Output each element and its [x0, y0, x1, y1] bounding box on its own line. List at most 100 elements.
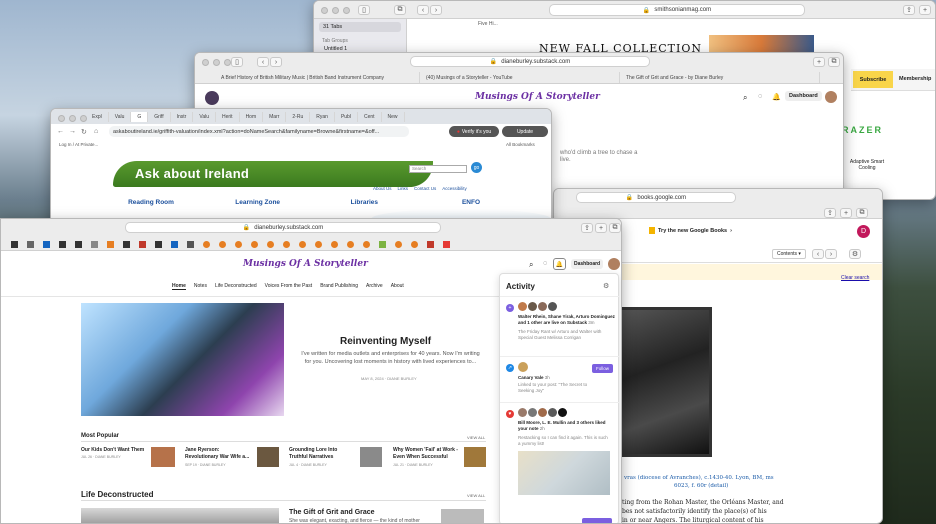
- about-link[interactable]: About Us: [373, 186, 392, 191]
- share-icon[interactable]: ⇪: [581, 223, 593, 233]
- favicon[interactable]: [219, 240, 226, 248]
- clear-search-link[interactable]: Clear search: [841, 275, 869, 281]
- links-link[interactable]: Links: [398, 186, 409, 191]
- window-controls[interactable]: [202, 59, 231, 66]
- popular-item[interactable]: Grounding Lore Into Truthful Narratives J…: [289, 447, 351, 467]
- nav-libraries[interactable]: Libraries: [324, 199, 404, 206]
- bell-icon[interactable]: 🔔: [553, 258, 566, 270]
- publication-title[interactable]: Musings Of A Storyteller: [243, 259, 368, 269]
- tab-overview-icon[interactable]: ⧉: [609, 223, 621, 233]
- new-tab-icon[interactable]: +: [595, 223, 607, 233]
- publication-title[interactable]: Musings Of A Storyteller: [475, 92, 600, 102]
- popular-item[interactable]: Why Women 'Fail' at Work - Even When Suc…: [393, 447, 461, 467]
- sidebar-icon[interactable]: ▯: [358, 5, 370, 15]
- view-all-link[interactable]: VIEW ALL: [467, 493, 485, 498]
- share-icon[interactable]: ⇪: [903, 5, 915, 15]
- chat-icon[interactable]: ◌: [758, 93, 762, 100]
- nav-life-deconstructed[interactable]: Life Deconstructed: [215, 283, 257, 290]
- favicon[interactable]: [395, 240, 402, 248]
- bell-icon[interactable]: 🔔: [772, 93, 781, 101]
- back-icon[interactable]: ←: [57, 128, 64, 135]
- article-title[interactable]: The Gift of Grit and Grace: [289, 509, 375, 516]
- favicon[interactable]: [59, 240, 66, 248]
- article-image[interactable]: [81, 508, 279, 523]
- sidebar-icon[interactable]: ▯: [231, 57, 243, 67]
- tab-item-active[interactable]: G: [131, 112, 149, 122]
- favicon[interactable]: [283, 240, 290, 248]
- contact-link[interactable]: Contact Us: [414, 186, 436, 191]
- favicon[interactable]: [171, 240, 178, 248]
- nav-learning-zone[interactable]: Learning Zone: [218, 199, 298, 206]
- nav-brand-publishing[interactable]: Brand Publishing: [320, 283, 358, 290]
- tab-item[interactable]: Publ: [335, 112, 358, 122]
- chat-icon[interactable]: ◌: [543, 260, 547, 267]
- bookmark-item[interactable]: Log In / At Private...: [59, 142, 98, 147]
- next-page-icon[interactable]: ›: [825, 249, 837, 259]
- tab-item[interactable]: New: [382, 112, 405, 122]
- favicon[interactable]: [331, 240, 338, 248]
- favicon[interactable]: [11, 240, 18, 248]
- settings-icon[interactable]: ⚙: [849, 249, 861, 259]
- popular-item[interactable]: Jane Ryerson: Revolutionary War Wife a..…: [185, 447, 250, 467]
- search-icon[interactable]: ⌕: [529, 260, 533, 270]
- reload-icon[interactable]: ↻: [81, 128, 87, 136]
- favicon[interactable]: [203, 240, 210, 248]
- action-button[interactable]: [582, 518, 612, 523]
- share-icon[interactable]: ⇪: [824, 208, 836, 218]
- popular-item[interactable]: Our Kids Don't Want Them JUL 26 · DIANE B…: [81, 447, 151, 459]
- forward-icon[interactable]: ›: [430, 5, 442, 15]
- subscribe-button[interactable]: Subscribe: [853, 71, 893, 88]
- address-bar[interactable]: 🔒 dianeburley.substack.com: [125, 222, 441, 233]
- view-all-link[interactable]: VIEW ALL: [467, 435, 485, 440]
- favicon[interactable]: [379, 240, 386, 248]
- nav-reading-room[interactable]: Reading Room: [111, 199, 191, 206]
- tab-item[interactable]: Expl: [86, 112, 109, 122]
- membership-link[interactable]: Membership: [899, 76, 931, 82]
- favicon[interactable]: [91, 240, 98, 248]
- update-button[interactable]: Update: [502, 126, 548, 137]
- tab-item[interactable]: 2-Ru: [286, 112, 311, 122]
- follow-button[interactable]: Follow: [592, 364, 614, 373]
- favicon[interactable]: [187, 240, 194, 248]
- gear-icon[interactable]: ⚙: [603, 282, 609, 290]
- tab-item[interactable]: A Brief History of British Military Musi…: [215, 72, 420, 83]
- favicon[interactable]: [27, 240, 34, 248]
- tab-label[interactable]: Five Hi...: [478, 21, 498, 27]
- favicon[interactable]: [411, 240, 418, 248]
- all-bookmarks[interactable]: All Bookmarks: [506, 142, 535, 147]
- site-logo[interactable]: Ask about Ireland: [135, 166, 249, 181]
- address-bar[interactable]: 🔒 smithsonianmag.com: [549, 4, 805, 16]
- dashboard-button[interactable]: Dashboard: [571, 259, 604, 269]
- address-bar[interactable]: askaboutireland.ie/griffith-valuation/in…: [109, 126, 409, 137]
- nav-notes[interactable]: Notes: [194, 283, 207, 290]
- nav-home[interactable]: Home: [172, 283, 186, 290]
- tab-item[interactable]: Griff: [148, 112, 171, 122]
- avatar[interactable]: [608, 258, 620, 270]
- back-icon[interactable]: ‹: [257, 57, 269, 67]
- nav-about[interactable]: About: [391, 283, 404, 290]
- favicon[interactable]: [443, 240, 450, 248]
- verify-button[interactable]: ● Verify it's you: [449, 126, 499, 137]
- favicon[interactable]: [251, 240, 258, 248]
- account-avatar[interactable]: D: [857, 225, 870, 238]
- favicon[interactable]: [107, 240, 114, 248]
- tab-item[interactable]: Marr: [263, 112, 287, 122]
- publication-logo[interactable]: [205, 91, 219, 105]
- tab-item[interactable]: Hom: [240, 112, 264, 122]
- site-search-input[interactable]: Search: [409, 165, 467, 173]
- accessibility-link[interactable]: Accessibility: [442, 186, 467, 191]
- favicon[interactable]: [299, 240, 306, 248]
- search-go-button[interactable]: go: [471, 162, 482, 173]
- activity-item[interactable]: ↗ Follow Canary Vale 3h Linked to your p…: [504, 362, 616, 394]
- activity-item[interactable]: + Walter Rhein, Shane Yirak, Arturo Domi…: [504, 302, 616, 341]
- new-tab-icon[interactable]: +: [813, 57, 825, 67]
- new-tab-icon[interactable]: +: [840, 208, 852, 218]
- address-bar[interactable]: 🔒 dianeburley.substack.com: [410, 56, 650, 67]
- tab-item[interactable]: (40) Musings of a Storyteller - YouTube: [420, 72, 620, 83]
- nav-enfo[interactable]: ENFO: [431, 199, 511, 206]
- hero-image[interactable]: [81, 303, 284, 416]
- tab-overview-icon[interactable]: ⧉: [856, 208, 868, 218]
- favicon[interactable]: [235, 240, 242, 248]
- tab-item[interactable]: Herit: [216, 112, 240, 122]
- tab-overview-icon[interactable]: ⧉: [828, 57, 840, 67]
